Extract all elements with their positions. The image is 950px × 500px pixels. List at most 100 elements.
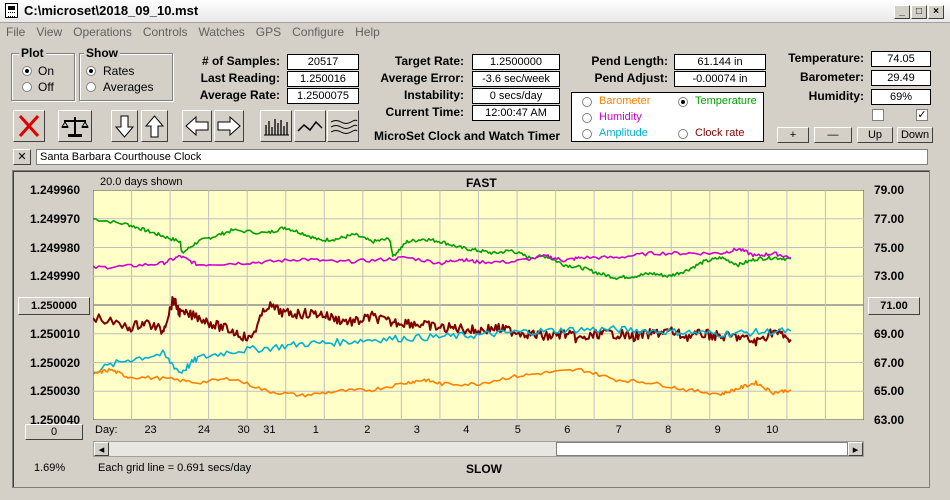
balance-scale-icon [61, 117, 89, 137]
y-right-tick-label: 67.00 [874, 355, 905, 370]
temperature-radio[interactable] [678, 97, 688, 107]
balance-button[interactable] [58, 110, 92, 142]
amplitude-option: Amplitude [599, 127, 648, 139]
humidity-radio[interactable] [582, 113, 592, 123]
pend-length-label: Pend Length: [591, 54, 668, 68]
humidity-option: Humidity [599, 111, 642, 123]
scroll-left-icon[interactable]: ◂ [94, 442, 109, 456]
left-zero-button[interactable]: 0 [25, 424, 83, 440]
window-title: C:\microset\2018_09_10.mst [24, 3, 199, 18]
x-day-tick-label: 30 [237, 424, 250, 436]
line-wave-icon [297, 120, 323, 132]
left-center-button[interactable]: 1.250000 [18, 297, 90, 315]
y-right-tick-label: 63.00 [874, 413, 905, 427]
x-day-tick-label: 2 [364, 424, 371, 436]
scroll-right-icon[interactable]: ▸ [848, 442, 863, 456]
target-rate-value: 1.2500000 [472, 54, 560, 70]
horizontal-scrollbar[interactable]: ◂ ▸ [93, 441, 864, 457]
watch-name-input[interactable]: Santa Barbara Courthouse Clock [36, 149, 928, 165]
right-center-button[interactable]: 71.00 [868, 297, 920, 315]
percent-label: 1.69% [34, 462, 66, 474]
plot-on-radio[interactable] [22, 66, 32, 76]
show-averages-radio[interactable] [86, 82, 96, 92]
menu-help[interactable]: Help [349, 22, 385, 39]
y-right-tick-label: 69.00 [874, 326, 905, 341]
barometer-radio[interactable] [582, 97, 592, 107]
x-day-tick-label: 23 [144, 424, 157, 436]
minimize-button[interactable]: _ [894, 5, 910, 19]
up-button[interactable]: Up [857, 127, 893, 143]
x-day-tick-label: 1 [312, 424, 319, 436]
humidity-value: 69% [871, 89, 931, 105]
arrow-down-button[interactable] [111, 110, 138, 142]
multi-wave-icon [330, 119, 358, 134]
minus-button[interactable]: — [814, 127, 852, 143]
line-view-button[interactable] [294, 110, 326, 142]
y-left-tick-label: 1.250020 [30, 355, 81, 370]
down-button[interactable]: Down [897, 127, 933, 143]
samples-value: 20517 [287, 54, 359, 70]
calculator-icon [5, 3, 18, 18]
red-x-icon [18, 114, 40, 138]
y-right-tick-label: 77.00 [874, 211, 905, 226]
menu-controls[interactable]: Controls [137, 22, 193, 39]
average-error-value: -3.6 sec/week [472, 71, 560, 87]
menu-view[interactable]: View [30, 22, 67, 39]
fast-label: FAST [466, 176, 497, 190]
y-right-tick-label: 65.00 [874, 384, 905, 399]
y-left-tick-label: 1.249970 [30, 211, 81, 226]
menu-watches[interactable]: Watches [193, 22, 250, 39]
x-day-tick-label: 4 [463, 424, 470, 436]
close-button[interactable]: × [928, 5, 944, 19]
show-rates-radio[interactable] [86, 66, 96, 76]
pend-length-value: 61.144 in [674, 54, 766, 70]
pend-adjust-value: -0.00074 in [674, 71, 766, 87]
x-day-tick-label: 8 [665, 424, 672, 436]
menu-file[interactable]: File [0, 22, 30, 39]
multi-line-view-button[interactable] [327, 110, 359, 142]
amplitude-radio[interactable] [582, 129, 592, 139]
y-left-tick-label: 1.249980 [30, 240, 81, 255]
current-time-value: 12:00:47 AM [472, 105, 560, 121]
clock-rate-radio[interactable] [678, 129, 688, 139]
slow-label: SLOW [466, 462, 502, 476]
menu-configure[interactable]: Configure [286, 22, 349, 39]
menu-operations[interactable]: Operations [67, 22, 137, 39]
y-right-tick-label: 79.00 [874, 183, 905, 197]
x-day-tick-label: 7 [615, 424, 622, 436]
menu-gps[interactable]: GPS [250, 22, 286, 39]
last-reading-label: Last Reading: [200, 71, 280, 85]
x-day-tick-label: 6 [564, 424, 571, 436]
x-day-tick-label: 31 [263, 424, 276, 436]
clear-watch-button[interactable]: ✕ [13, 149, 31, 165]
x-day-tick-label: 5 [514, 424, 521, 436]
arrow-up-button[interactable] [141, 110, 168, 142]
arrow-left-button[interactable] [182, 110, 212, 142]
instability-label: Instability: [403, 88, 464, 102]
show-group-title: Show [84, 46, 120, 60]
last-reading-value: 1.250016 [287, 71, 359, 87]
left-checkbox[interactable] [872, 109, 884, 121]
grid-line-info: Each grid line = 0.691 secs/day [98, 462, 252, 474]
plot-off-radio[interactable] [22, 82, 32, 92]
maximize-button[interactable]: □ [911, 5, 927, 19]
scroll-thumb[interactable] [556, 442, 848, 456]
y-right-tick-label: 73.00 [874, 269, 905, 284]
right-checkbox[interactable]: ✓ [916, 109, 928, 121]
bars-icon [264, 119, 289, 136]
stop-button[interactable] [13, 110, 45, 142]
title-bar: C:\microset\2018_09_10.mst _ □ × [0, 0, 950, 23]
bar-view-button[interactable] [260, 110, 292, 142]
plot-group-title: Plot [19, 46, 46, 60]
average-rate-label: Average Rate: [199, 88, 280, 102]
barometer-value: 29.49 [871, 70, 931, 86]
pend-adjust-label: Pend Adjust: [594, 71, 668, 85]
average-rate-value: 1.2500075 [287, 88, 359, 104]
arrow-right-button[interactable] [214, 110, 244, 142]
target-rate-label: Target Rate: [394, 54, 464, 68]
temperature-option: Temperature [695, 95, 757, 107]
y-left-tick-label: 1.249990 [30, 269, 81, 284]
plot-selector-box: Barometer Temperature Humidity Amplitude… [571, 92, 764, 142]
plus-button[interactable]: + [777, 127, 809, 143]
current-time-label: Current Time: [385, 105, 464, 119]
